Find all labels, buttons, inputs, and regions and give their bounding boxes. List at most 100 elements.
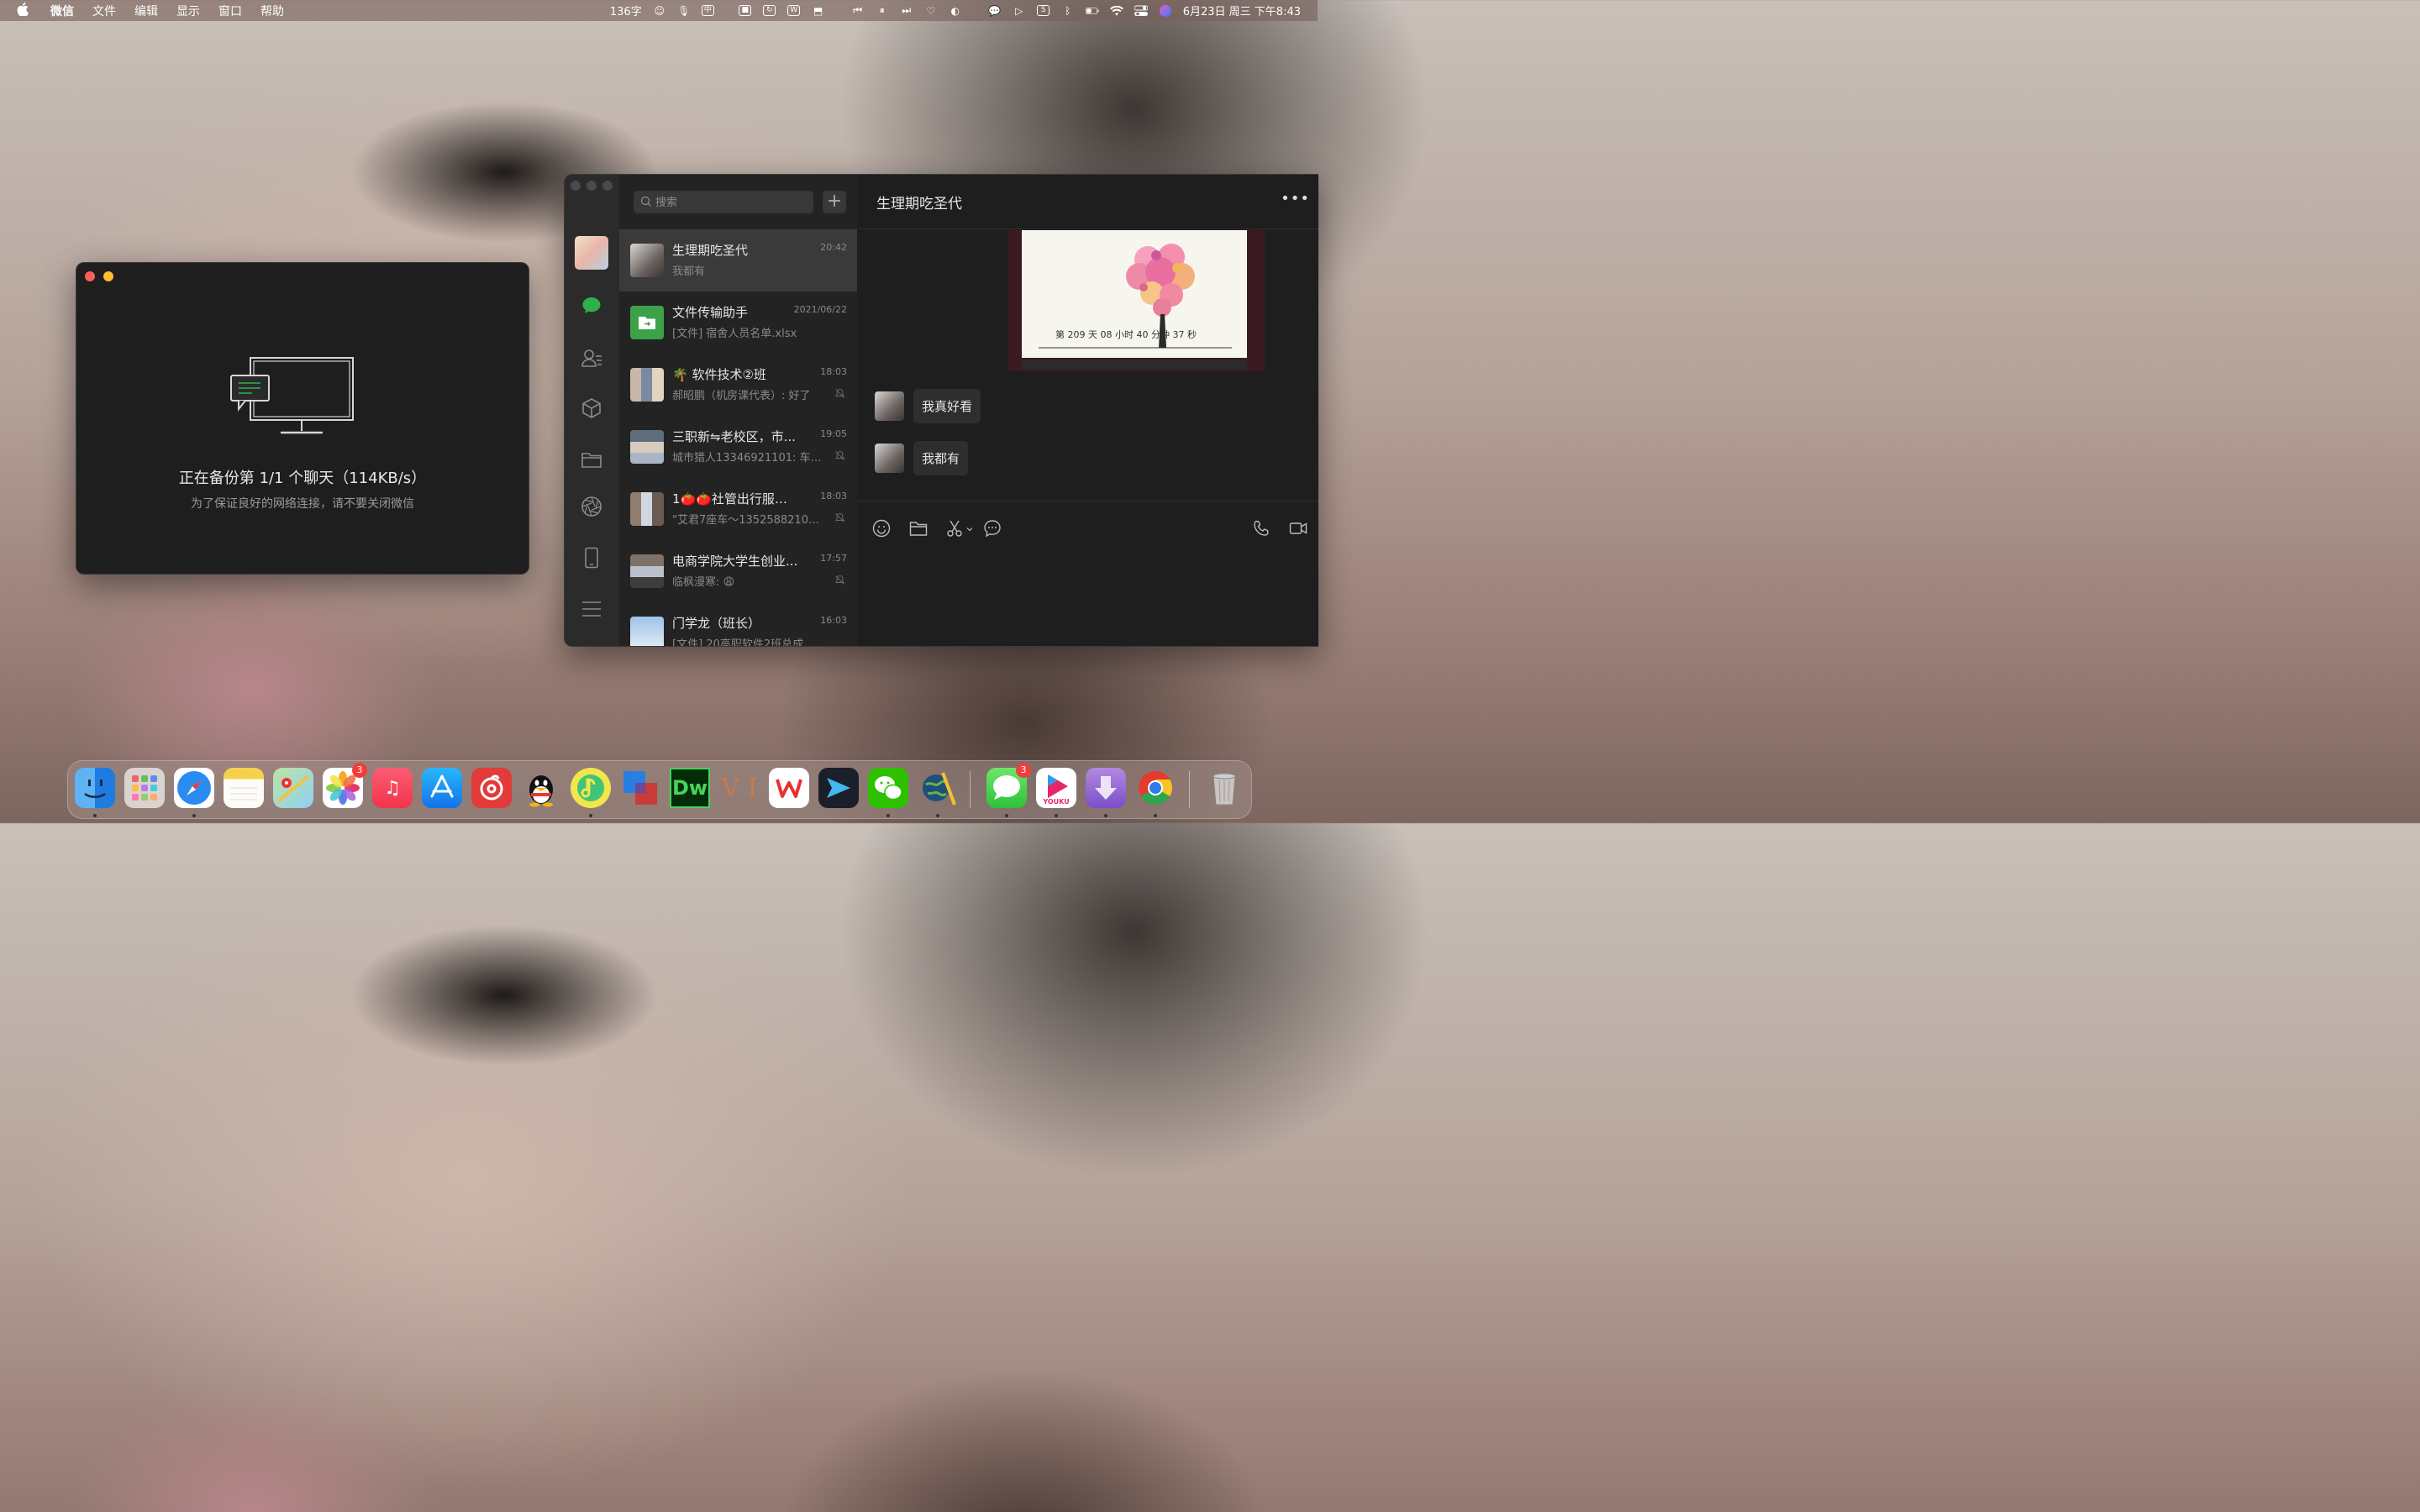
- wps-icon[interactable]: W: [787, 5, 801, 17]
- menu-app-name[interactable]: 微信: [50, 3, 74, 19]
- microphone-icon[interactable]: 🎙: [677, 5, 691, 17]
- pause-icon[interactable]: ⏸: [876, 4, 889, 17]
- youku-label: YOUKU: [1043, 798, 1070, 806]
- chat-list-item[interactable]: 🌴 软件技术②班 18:03 郝昭鹏（机房课代表）: 好了: [619, 354, 857, 416]
- sync-icon[interactable]: ↻: [763, 5, 776, 17]
- contacts-icon[interactable]: [581, 347, 602, 369]
- parallels-app[interactable]: [620, 768, 660, 808]
- wps-app[interactable]: [769, 768, 809, 808]
- wechat-window-controls: [571, 181, 613, 191]
- close-button[interactable]: [85, 271, 95, 281]
- my-avatar[interactable]: [575, 236, 608, 270]
- qq-app[interactable]: [521, 768, 561, 808]
- new-chat-button[interactable]: +: [823, 191, 846, 213]
- qq-music-note-icon: [577, 774, 604, 801]
- maps-app[interactable]: [273, 768, 313, 808]
- chat-last-message: 我都有: [672, 265, 706, 278]
- wechat-zoom-button[interactable]: [602, 181, 613, 191]
- previous-track-icon[interactable]: ⏮: [851, 4, 865, 17]
- wechat-close-button[interactable]: [571, 181, 581, 191]
- message-bubble[interactable]: 我真好看: [913, 389, 981, 423]
- running-indicator: [589, 814, 592, 817]
- play-circle-icon[interactable]: ▷: [1013, 5, 1026, 17]
- running-indicator: [93, 814, 97, 817]
- sender-avatar[interactable]: [875, 444, 904, 473]
- finder-app[interactable]: [75, 768, 115, 808]
- conversation-title: 生理期吃圣代: [876, 196, 962, 213]
- downloader-app[interactable]: [1086, 768, 1126, 808]
- vim-label: V I: [721, 773, 758, 803]
- globe-icon[interactable]: ◐: [949, 5, 962, 17]
- qq-music-app[interactable]: [571, 768, 611, 808]
- emoji-icon[interactable]: [872, 519, 891, 538]
- chats-icon[interactable]: [581, 295, 602, 317]
- folder-icon[interactable]: [909, 519, 928, 538]
- running-indicator: [1005, 814, 1008, 817]
- moments-aperture-icon[interactable]: [581, 496, 602, 517]
- minimize-button[interactable]: [103, 271, 113, 281]
- menu-hamburger-icon[interactable]: [581, 598, 602, 620]
- chat-bubble-icon[interactable]: [983, 519, 1002, 538]
- image-message[interactable]: 第 209 天 08 小时 40 分钟 37 秒: [1008, 230, 1265, 371]
- heart-icon[interactable]: ♡: [924, 5, 938, 17]
- control-center-icon[interactable]: [1134, 5, 1148, 17]
- menu-help[interactable]: 帮助: [260, 3, 284, 19]
- voice-call-icon[interactable]: [1252, 519, 1270, 538]
- menu-file[interactable]: 文件: [92, 3, 116, 19]
- sender-avatar[interactable]: [875, 391, 904, 421]
- prompt-app[interactable]: [818, 768, 859, 808]
- chat-list-item[interactable]: 电商学院大学生创业... 17:57 临枫漫寒: 😩: [619, 540, 857, 602]
- next-track-icon[interactable]: ⏭: [900, 4, 913, 17]
- photos-app[interactable]: 3: [323, 763, 367, 808]
- apple-menu-icon[interactable]: [17, 2, 42, 19]
- menu-clock[interactable]: 6月23日 周三 下午8:43: [1183, 3, 1301, 18]
- emoji-icon[interactable]: ☺: [653, 5, 666, 17]
- music-app[interactable]: ♫: [372, 768, 413, 808]
- earth-app[interactable]: [918, 768, 958, 808]
- notes-app[interactable]: [224, 768, 264, 808]
- youku-app[interactable]: YOUKU: [1036, 768, 1076, 808]
- safari-app[interactable]: [174, 768, 214, 808]
- files-folder-icon[interactable]: [581, 449, 602, 470]
- chat-last-message: 临枫漫寒: 😩: [672, 576, 735, 589]
- dreamweaver-app[interactable]: Dw: [670, 768, 710, 808]
- menu-view[interactable]: 显示: [176, 3, 200, 19]
- siri-icon[interactable]: [1159, 4, 1172, 17]
- chat-list-item[interactable]: 三职新⇋老校区，市... 19:05 城市猎人13346921101: 车在..…: [619, 416, 857, 478]
- vim-app[interactable]: V I: [719, 768, 760, 808]
- s-app-icon[interactable]: S: [1037, 5, 1050, 17]
- input-method-indicator[interactable]: 中: [701, 5, 714, 16]
- wechat-app[interactable]: [868, 768, 908, 808]
- scissors-icon[interactable]: [946, 519, 965, 538]
- chevron-down-icon[interactable]: [966, 526, 973, 533]
- search-input[interactable]: [654, 193, 808, 213]
- wifi-icon[interactable]: [1109, 5, 1123, 17]
- phone-device-icon[interactable]: [581, 547, 602, 569]
- chrome-app[interactable]: [1135, 768, 1176, 808]
- chat-list-item[interactable]: 生理期吃圣代 20:42 我都有: [619, 229, 857, 291]
- messages-app[interactable]: 3: [986, 763, 1031, 808]
- message-bubble[interactable]: 我都有: [913, 441, 969, 475]
- wechat-status-icon[interactable]: 💬: [988, 5, 1002, 17]
- app-store-app[interactable]: [422, 768, 462, 808]
- video-call-icon[interactable]: [1289, 519, 1307, 538]
- wechat-minimize-button[interactable]: [587, 181, 597, 191]
- search-box[interactable]: [634, 191, 813, 213]
- launchpad-app[interactable]: [124, 768, 165, 808]
- menu-window[interactable]: 窗口: [218, 3, 242, 19]
- favorites-cube-icon[interactable]: [581, 397, 602, 419]
- chat-list-item[interactable]: 1🍅🍅社管出行服务群 18:03 "艾君7座车～13525882103"...: [619, 478, 857, 540]
- menu-edit[interactable]: 编辑: [134, 3, 158, 19]
- bluetooth-icon[interactable]: ᛒ: [1061, 5, 1075, 17]
- screen-capture-icon[interactable]: ⬒: [812, 5, 825, 17]
- chat-name: 🌴 软件技术②班: [672, 367, 766, 382]
- chat-list-item[interactable]: 门学龙（班长） 16:03 [文件] 20高职软件2班总成绩表...: [619, 602, 857, 646]
- battery-icon[interactable]: [1085, 5, 1099, 17]
- more-options-button[interactable]: •••: [1281, 190, 1310, 207]
- running-indicator: [1055, 814, 1058, 817]
- clipboard-icon[interactable]: ■: [739, 5, 752, 17]
- trash-app[interactable]: [1204, 768, 1244, 808]
- word-count[interactable]: 136字: [610, 3, 642, 18]
- chat-list-item[interactable]: 文件传输助手 2021/06/22 [文件] 宿舍人员名单.xlsx: [619, 291, 857, 354]
- netease-music-app[interactable]: [471, 768, 512, 808]
